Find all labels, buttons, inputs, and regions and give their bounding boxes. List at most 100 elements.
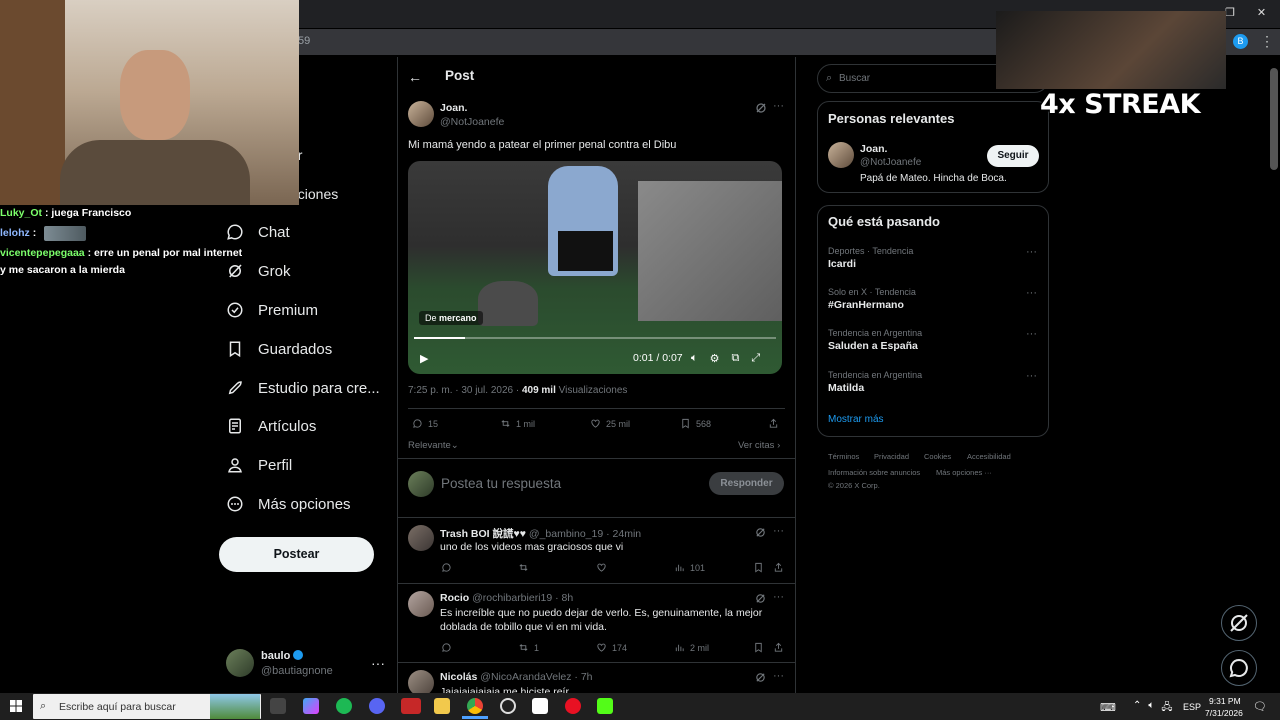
grok-fab[interactable] [1221, 605, 1257, 641]
spotify-icon[interactable] [336, 698, 352, 714]
video-progress-track[interactable] [414, 337, 776, 339]
reply-author[interactable]: Rocio @rochibarbieri19 · 8h [440, 592, 573, 604]
like-stat[interactable]: 174 [596, 642, 627, 653]
trend-more-icon[interactable]: ··· [1026, 246, 1037, 258]
sidebar-item-premium[interactable]: Premium [226, 301, 318, 319]
sidebar-item-mas-opciones[interactable]: Más opciones [226, 495, 351, 513]
repost-stat[interactable]: 1 [518, 642, 539, 653]
reply-more-icon[interactable]: ··· [773, 670, 784, 682]
sidebar-item-articulos[interactable]: Artículos [226, 417, 316, 435]
post-more-icon[interactable]: ··· [773, 100, 784, 112]
sidebar-item-guardados[interactable]: Guardados [226, 340, 332, 358]
reply-author[interactable]: Trash BOI 說謊♥♥ @_bambino_19 · 24min [440, 526, 641, 541]
sidebar-item-grok[interactable]: Grok [226, 262, 291, 280]
browser-menu-icon[interactable]: ⋮ [1260, 33, 1274, 50]
trend-item[interactable]: Saluden a España [828, 340, 918, 352]
play-icon[interactable]: ▶ [420, 352, 428, 365]
bookmark-stat[interactable]: 568 [680, 418, 711, 429]
obs-icon[interactable] [500, 698, 516, 714]
trend-more-icon[interactable]: ··· [1026, 287, 1037, 299]
back-arrow-icon[interactable]: ← [408, 69, 422, 85]
grok-icon[interactable] [755, 527, 766, 538]
sidebar-item-perfil[interactable]: Perfil [226, 456, 292, 474]
author-name[interactable]: Joan. [440, 102, 467, 114]
footer-link[interactable]: Términos [828, 452, 859, 461]
footer-link[interactable]: Información sobre anuncios [828, 468, 920, 477]
browser-profile-icon[interactable]: B [1233, 34, 1248, 49]
windows-start-icon[interactable] [10, 700, 22, 712]
video-player[interactable]: De mercano ▶ 0:01 / 0:07 🔈︎ ⚙︎ ⧉ ⤢ [408, 161, 782, 374]
account-name[interactable]: baulo [261, 650, 304, 662]
notifications-icon[interactable]: 🗨︎ [1253, 700, 1267, 713]
reply-avatar[interactable] [408, 591, 434, 617]
share-icon[interactable] [773, 562, 784, 573]
close-icon[interactable]: ✕ [1257, 6, 1266, 19]
trend-item[interactable]: #GranHermano [828, 299, 904, 311]
trend-more-icon[interactable]: ··· [1026, 328, 1037, 340]
language-indicator[interactable]: ESP [1183, 702, 1201, 712]
reply-button[interactable]: Responder [709, 472, 784, 495]
app-icon[interactable] [401, 698, 421, 714]
trend-more-icon[interactable]: ··· [1026, 370, 1037, 382]
footer-link[interactable]: Más opciones ··· [936, 468, 992, 477]
grok-icon[interactable] [755, 593, 766, 604]
reply-author[interactable]: Nicolás @NicoArandaVelez · 7h [440, 671, 593, 683]
avatar[interactable] [226, 649, 254, 677]
scrollbar[interactable] [1270, 68, 1278, 170]
bookmark-icon[interactable] [753, 562, 764, 573]
kick-icon[interactable] [597, 698, 613, 714]
repost-icon[interactable] [518, 562, 529, 573]
discord-icon[interactable] [369, 698, 385, 714]
restore-icon[interactable]: ❐ [1225, 6, 1235, 19]
app-icon[interactable] [532, 698, 548, 714]
reply-more-icon[interactable]: ··· [773, 525, 784, 537]
share-icon[interactable] [768, 418, 779, 429]
network-icon[interactable]: 🖧 [1161, 700, 1172, 717]
views-stat[interactable]: 101 [674, 562, 705, 573]
grok-icon[interactable] [755, 672, 766, 683]
chevron-up-icon[interactable]: ⌃ [1133, 700, 1141, 717]
settings-icon[interactable]: ⚙︎ [710, 352, 720, 365]
footer-link[interactable]: Cookies [924, 452, 951, 461]
fullscreen-icon[interactable]: ⤢ [751, 352, 760, 365]
opera-icon[interactable] [565, 698, 581, 714]
show-more-link[interactable]: Mostrar más [828, 414, 884, 425]
relevant-handle[interactable]: @NotJoanefe [860, 157, 921, 168]
reply-more-icon[interactable]: ··· [773, 591, 784, 603]
keyboard-icon[interactable]: ⌨ [1100, 701, 1116, 714]
window-controls[interactable]: ❐ ✕ [1225, 6, 1266, 19]
clock-date[interactable]: 7/31/2026 [1205, 708, 1243, 718]
reply-icon[interactable] [441, 642, 452, 653]
share-icon[interactable] [773, 642, 784, 653]
chrome-icon[interactable] [467, 698, 483, 714]
trend-item[interactable]: Matilda [828, 382, 864, 394]
post-button[interactable]: Postear [219, 537, 374, 572]
system-tray[interactable]: ⌃ 🔈︎ 🖧 [1133, 700, 1173, 717]
sort-dropdown[interactable]: Relevante⌄ [408, 440, 459, 451]
sidebar-item-chat[interactable]: Chat [226, 223, 290, 241]
volume-icon[interactable]: 🔈︎ [691, 352, 698, 365]
task-view-icon[interactable] [270, 698, 286, 714]
trend-item[interactable]: Icardi [828, 258, 856, 270]
footer-link[interactable]: Privacidad [874, 452, 909, 461]
sidebar-item-estudio[interactable]: Estudio para cre... [226, 379, 380, 397]
file-explorer-icon[interactable] [434, 698, 450, 714]
reply-avatar[interactable] [408, 525, 434, 551]
author-avatar[interactable] [408, 101, 434, 127]
views-stat[interactable]: 2 mil [674, 642, 709, 653]
repost-stat[interactable]: 1 mil [500, 418, 535, 429]
relevant-name[interactable]: Joan. [860, 143, 887, 155]
pip-icon[interactable]: ⧉ [731, 352, 739, 365]
grok-icon[interactable] [755, 102, 767, 114]
chat-fab[interactable] [1221, 650, 1257, 686]
bookmark-icon[interactable] [753, 642, 764, 653]
account-more-icon[interactable]: ··· [371, 655, 385, 671]
follow-button[interactable]: Seguir [987, 145, 1039, 167]
view-quotes-link[interactable]: Ver citas › [738, 440, 780, 451]
footer-link[interactable]: Accesibilidad [967, 452, 1011, 461]
relevant-avatar[interactable] [828, 142, 854, 168]
author-handle[interactable]: @NotJoanefe [440, 116, 504, 128]
clock-time[interactable]: 9:31 PM [1209, 696, 1241, 706]
like-stat[interactable]: 25 mil [590, 418, 630, 429]
reply-stat[interactable]: 15 [412, 418, 438, 429]
